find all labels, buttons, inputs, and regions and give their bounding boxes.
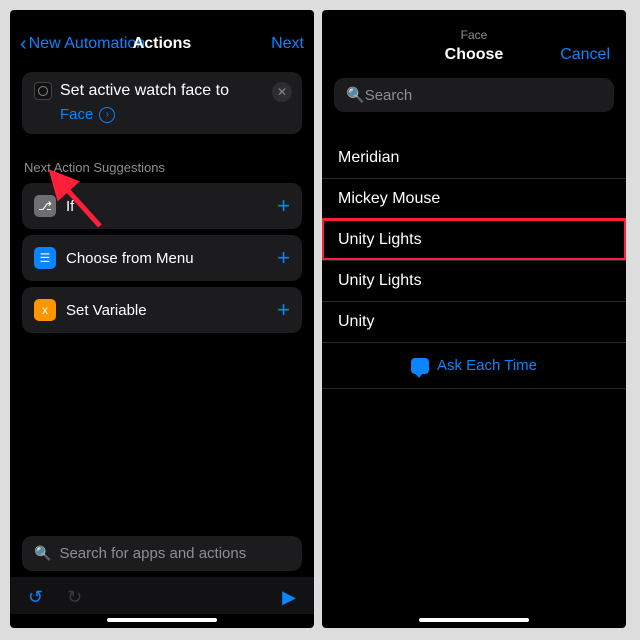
menu-icon: ☰: [34, 247, 56, 269]
plus-icon: +: [277, 245, 290, 271]
suggestion-set-variable[interactable]: x Set Variable +: [22, 287, 302, 333]
suggestion-label: Set Variable: [66, 302, 277, 319]
right-screenshot: Face Choose Cancel 🔍 MeridianMickey Mous…: [322, 10, 626, 628]
cancel-button[interactable]: Cancel: [560, 46, 610, 64]
list-item[interactable]: Mickey Mouse: [322, 178, 626, 219]
chevron-left-icon: ‹: [20, 33, 27, 56]
search-icon: 🔍: [34, 545, 51, 562]
ask-label: Ask Each Time: [437, 357, 537, 374]
plus-icon: +: [277, 193, 290, 219]
variable-icon: x: [34, 299, 56, 321]
options-list: MeridianMickey MouseUnity LightsUnity Li…: [322, 138, 626, 342]
ask-each-time-button[interactable]: Ask Each Time: [322, 342, 626, 389]
search-input[interactable]: [365, 87, 602, 104]
navbar: Face Choose Cancel: [322, 24, 626, 72]
section-label: Next Action Suggestions: [24, 160, 300, 175]
suggestion-choose-menu[interactable]: ☰ Choose from Menu +: [22, 235, 302, 281]
page-title: Choose: [445, 46, 504, 64]
speech-bubble-icon: [411, 358, 429, 374]
face-token[interactable]: Face ›: [60, 106, 115, 123]
suggestion-label: If: [66, 198, 277, 215]
navbar: ‹ New Automation Actions Next: [10, 24, 314, 64]
search-bar[interactable]: 🔍: [22, 536, 302, 571]
watch-icon: [34, 82, 52, 100]
branch-icon: ⎇: [34, 195, 56, 217]
search-icon: 🔍: [346, 86, 365, 104]
left-screenshot: ‹ New Automation Actions Next Set active…: [10, 10, 314, 628]
toolbar: ↺ ↻ ▶: [10, 577, 314, 614]
redo-button[interactable]: ↻: [67, 587, 82, 608]
search-bar[interactable]: 🔍: [334, 78, 614, 112]
search-input[interactable]: [59, 545, 290, 562]
chevron-right-icon: ›: [99, 107, 115, 123]
next-button[interactable]: Next: [271, 35, 304, 53]
list-item[interactable]: Unity: [322, 301, 626, 342]
action-text: Set active watch face to: [60, 82, 229, 100]
home-indicator: [107, 618, 217, 622]
run-button[interactable]: ▶: [282, 587, 296, 608]
home-indicator: [419, 618, 529, 622]
suggestion-if[interactable]: ⎇ If +: [22, 183, 302, 229]
action-card[interactable]: Set active watch face to Face › ✕: [22, 72, 302, 134]
face-token-label: Face: [60, 106, 93, 123]
list-item[interactable]: Unity Lights: [322, 260, 626, 301]
list-item[interactable]: Meridian: [322, 138, 626, 178]
list-item[interactable]: Unity Lights: [322, 219, 626, 260]
suggestion-label: Choose from Menu: [66, 250, 277, 267]
clear-action-button[interactable]: ✕: [272, 82, 292, 102]
plus-icon: +: [277, 297, 290, 323]
back-label: New Automation: [29, 35, 146, 53]
nav-supertitle: Face: [461, 28, 488, 42]
back-button[interactable]: ‹ New Automation: [20, 33, 145, 56]
undo-button[interactable]: ↺: [28, 587, 43, 608]
